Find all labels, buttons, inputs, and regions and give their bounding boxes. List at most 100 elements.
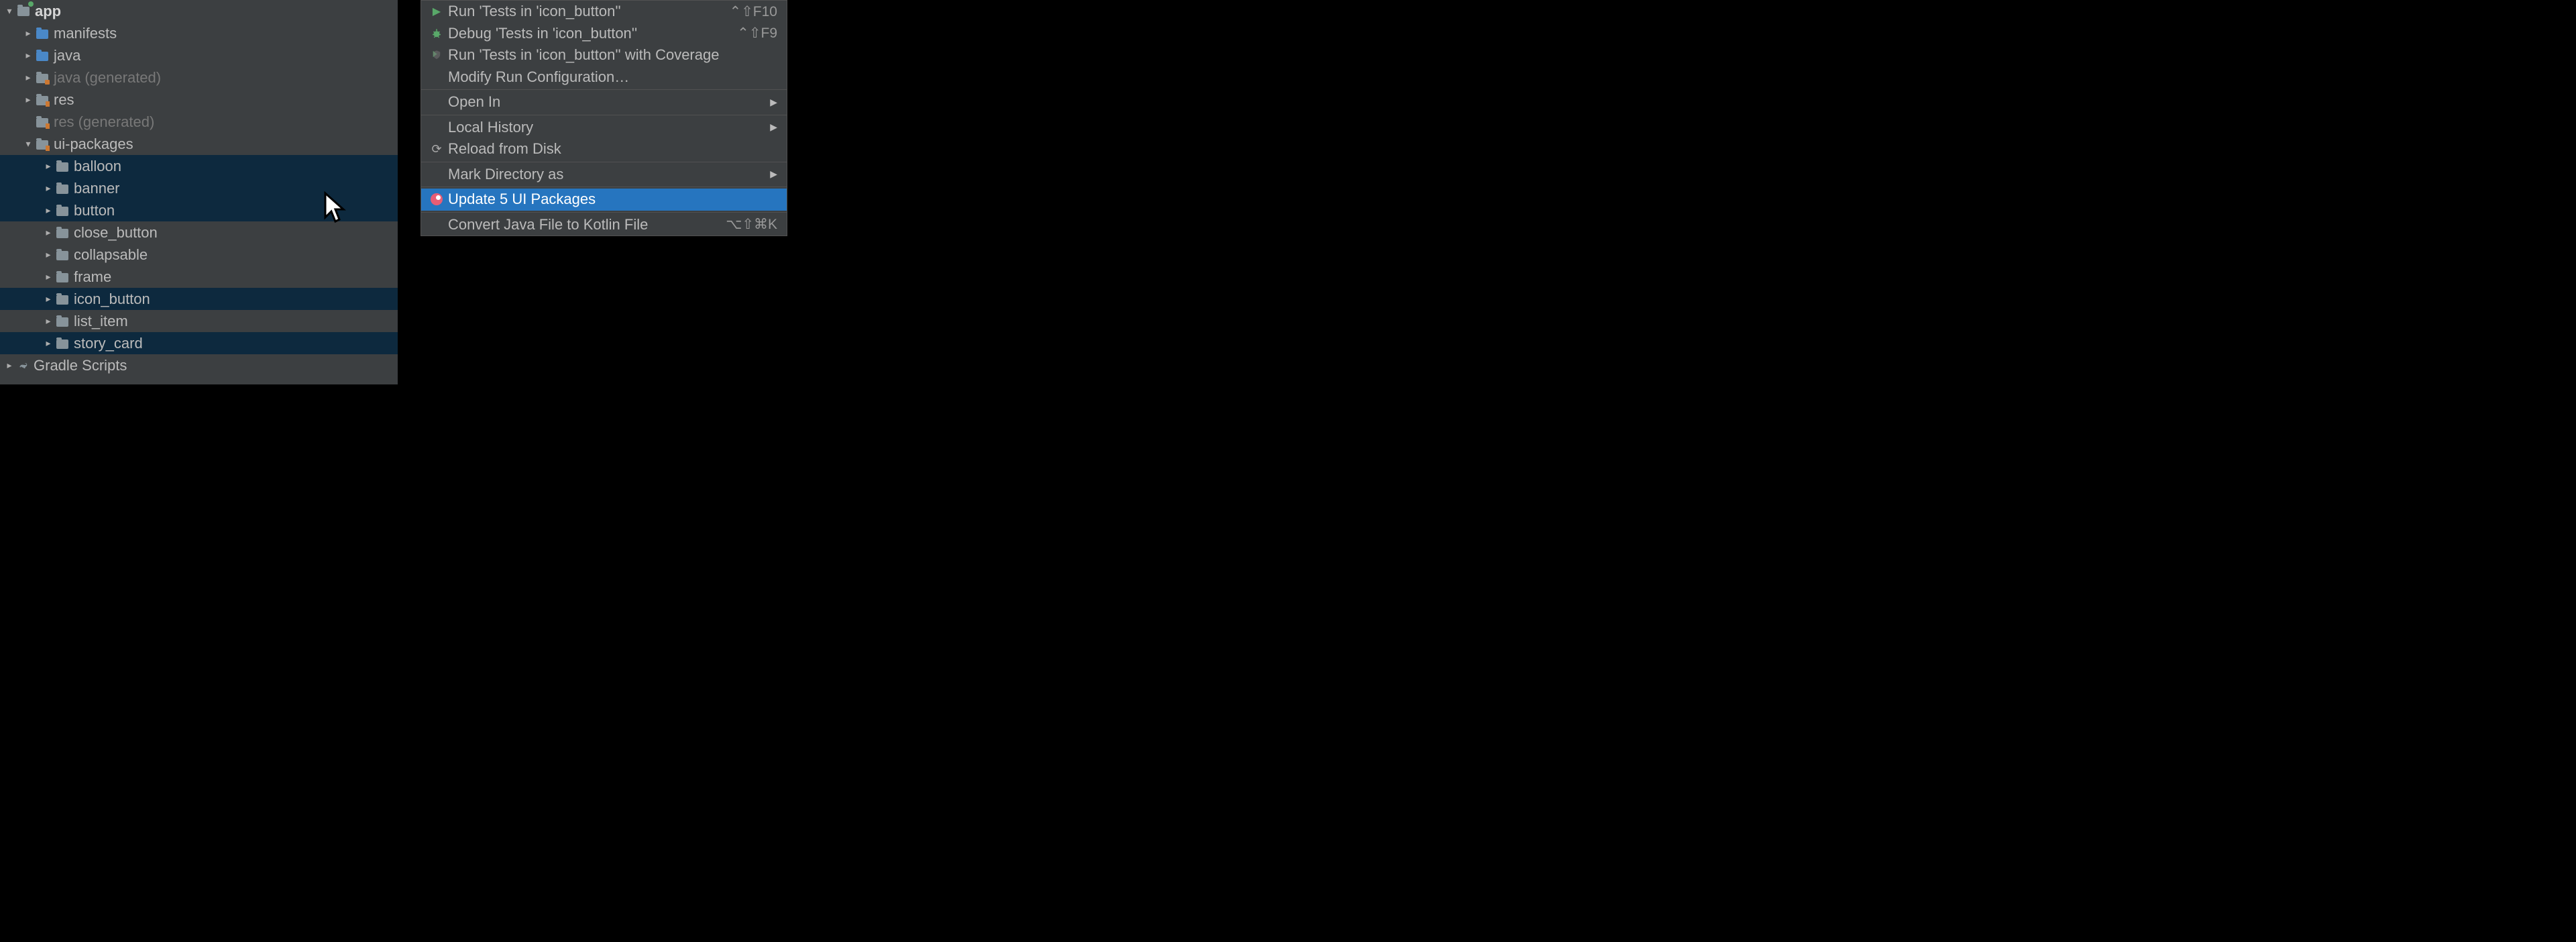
tree-node-collapsable[interactable]: collapsable	[0, 244, 398, 266]
context-menu: ▶ Run 'Tests in 'icon_button'' ⌃⇧F10 Deb…	[421, 0, 787, 236]
expand-arrow-icon[interactable]	[21, 72, 35, 83]
expand-arrow-icon[interactable]	[42, 271, 55, 282]
expand-arrow-icon[interactable]	[21, 94, 35, 105]
folder-icon	[55, 203, 70, 218]
tree-node-res-generated[interactable]: res (generated)	[0, 111, 398, 133]
resource-folder-icon	[35, 115, 50, 129]
tree-label: icon_button	[74, 291, 150, 308]
expand-arrow-icon[interactable]	[42, 160, 55, 172]
reload-icon: ⟳	[428, 142, 445, 156]
folder-icon	[35, 26, 50, 41]
folder-icon	[55, 292, 70, 307]
menu-update-ui-packages[interactable]: Update 5 UI Packages	[421, 189, 787, 211]
tree-label: manifests	[54, 25, 117, 42]
folder-icon	[55, 336, 70, 351]
menu-label: Debug 'Tests in 'icon_button''	[448, 25, 737, 42]
gradle-icon	[16, 360, 30, 371]
menu-label: Run 'Tests in 'icon_button''	[448, 3, 730, 20]
menu-modify-run-config[interactable]: Modify Run Configuration…	[421, 66, 787, 89]
tree-node-banner[interactable]: banner	[0, 177, 398, 199]
menu-separator	[421, 89, 787, 90]
tree-node-story-card[interactable]: story_card	[0, 332, 398, 354]
expand-arrow-icon[interactable]	[42, 315, 55, 327]
tree-label: collapsable	[74, 246, 148, 264]
project-tree: app manifests java java (generated) res …	[0, 0, 398, 384]
folder-icon	[55, 181, 70, 196]
menu-label: Run 'Tests in 'icon_button'' with Covera…	[448, 46, 787, 64]
expand-arrow-icon[interactable]	[21, 28, 35, 39]
menu-debug-tests[interactable]: Debug 'Tests in 'icon_button'' ⌃⇧F9	[421, 23, 787, 45]
tree-node-button[interactable]: button	[0, 199, 398, 221]
tree-label: Gradle Scripts	[34, 357, 127, 374]
folder-icon	[55, 159, 70, 174]
tree-node-java[interactable]: java	[0, 44, 398, 66]
tree-label: java	[54, 47, 80, 64]
resource-folder-icon	[35, 137, 50, 152]
tree-label: balloon	[74, 158, 121, 175]
menu-label: Convert Java File to Kotlin File	[448, 216, 726, 233]
expand-arrow-icon[interactable]	[42, 293, 55, 305]
menu-shortcut: ⌃⇧F9	[737, 25, 777, 42]
tree-label: app	[35, 3, 61, 20]
tree-node-res[interactable]: res	[0, 89, 398, 111]
submenu-arrow-icon: ▶	[770, 168, 777, 180]
folder-icon	[35, 48, 50, 63]
menu-shortcut: ⌥⇧⌘K	[726, 216, 777, 233]
tree-node-icon-button[interactable]: icon_button	[0, 288, 398, 310]
tree-label: java	[54, 69, 80, 87]
relay-icon	[428, 193, 445, 205]
run-icon: ▶	[428, 5, 445, 18]
menu-label: Update 5 UI Packages	[448, 191, 787, 208]
tree-label-suffix: (generated)	[78, 113, 155, 131]
expand-arrow-icon[interactable]	[42, 337, 55, 349]
tree-node-ui-packages[interactable]: ui-packages	[0, 133, 398, 155]
tree-label: story_card	[74, 335, 143, 352]
menu-label: Modify Run Configuration…	[448, 68, 787, 86]
folder-icon	[55, 225, 70, 240]
tree-node-gradle-scripts[interactable]: Gradle Scripts	[0, 354, 398, 376]
bug-icon	[428, 28, 445, 40]
tree-label: banner	[74, 180, 120, 197]
expand-arrow-icon[interactable]	[3, 5, 16, 17]
coverage-icon	[428, 49, 445, 61]
tree-label: res	[54, 91, 74, 109]
tree-node-java-generated[interactable]: java (generated)	[0, 66, 398, 89]
tree-node-frame[interactable]: frame	[0, 266, 398, 288]
tree-node-list-item[interactable]: list_item	[0, 310, 398, 332]
menu-local-history[interactable]: Local History ▶	[421, 117, 787, 139]
menu-label: Open In	[448, 93, 770, 111]
tree-node-close-button[interactable]: close_button	[0, 221, 398, 244]
menu-shortcut: ⌃⇧F10	[730, 3, 777, 20]
expand-arrow-icon[interactable]	[42, 205, 55, 216]
submenu-arrow-icon: ▶	[770, 97, 777, 108]
expand-arrow-icon[interactable]	[21, 138, 35, 150]
expand-arrow-icon[interactable]	[42, 182, 55, 194]
tree-node-app[interactable]: app	[0, 0, 398, 22]
tree-label: res	[54, 113, 74, 131]
expand-arrow-icon[interactable]	[42, 249, 55, 260]
expand-arrow-icon[interactable]	[3, 360, 16, 371]
menu-reload-from-disk[interactable]: ⟳ Reload from Disk	[421, 138, 787, 160]
menu-run-coverage[interactable]: Run 'Tests in 'icon_button'' with Covera…	[421, 44, 787, 66]
tree-label: frame	[74, 268, 111, 286]
tree-label: list_item	[74, 313, 128, 330]
submenu-arrow-icon: ▶	[770, 121, 777, 133]
tree-node-manifests[interactable]: manifests	[0, 22, 398, 44]
tree-node-balloon[interactable]: balloon	[0, 155, 398, 177]
resource-folder-icon	[35, 93, 50, 107]
folder-icon	[55, 270, 70, 284]
menu-label: Reload from Disk	[448, 140, 787, 158]
menu-open-in[interactable]: Open In ▶	[421, 91, 787, 113]
expand-arrow-icon[interactable]	[21, 50, 35, 61]
menu-run-tests[interactable]: ▶ Run 'Tests in 'icon_button'' ⌃⇧F10	[421, 1, 787, 23]
tree-label: close_button	[74, 224, 158, 242]
menu-convert-java-to-kotlin[interactable]: Convert Java File to Kotlin File ⌥⇧⌘K	[421, 214, 787, 236]
tree-label: button	[74, 202, 115, 219]
menu-label: Local History	[448, 119, 770, 136]
generated-folder-icon	[35, 70, 50, 85]
expand-arrow-icon[interactable]	[42, 227, 55, 238]
menu-separator	[421, 212, 787, 213]
menu-mark-directory-as[interactable]: Mark Directory as ▶	[421, 164, 787, 186]
tree-label-suffix: (generated)	[85, 69, 161, 87]
tree-label: ui-packages	[54, 136, 133, 153]
